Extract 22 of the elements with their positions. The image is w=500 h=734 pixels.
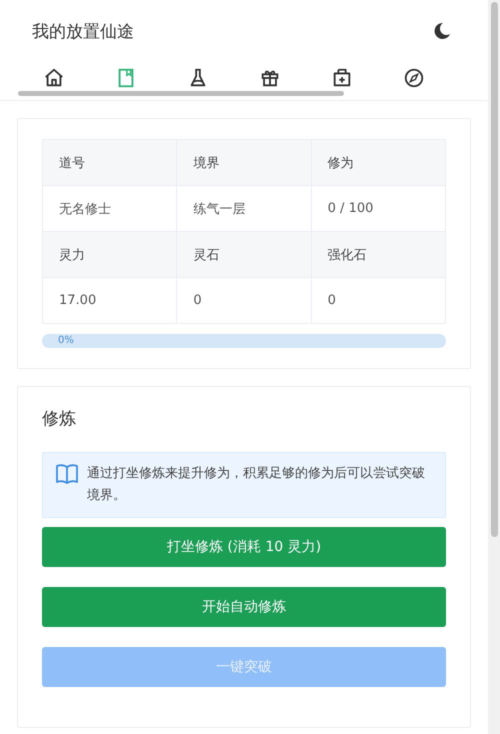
- compass-icon: [403, 67, 425, 89]
- action-button[interactable]: 打坐修炼 (消耗 10 灵力): [42, 527, 446, 567]
- house-icon: [43, 67, 65, 89]
- stat-label: 道号: [42, 140, 177, 186]
- stat-value: 17.00: [42, 278, 177, 324]
- action-button[interactable]: 开始自动修炼: [42, 587, 446, 627]
- stat-label: 强化石: [311, 232, 446, 278]
- medkit-icon: [331, 67, 353, 89]
- notice-text: 通过打坐修炼来提升修为，积累足够的修为后可以尝试突破境界。: [87, 465, 426, 505]
- stat-label: 修为: [311, 140, 446, 186]
- scrollbar[interactable]: [18, 91, 344, 96]
- scrollbar-thumb[interactable]: [491, 2, 498, 537]
- stat-value: 0: [311, 278, 446, 324]
- stat-label: 境界: [176, 140, 312, 186]
- book-icon: [55, 463, 79, 485]
- stat-label: 灵力: [42, 232, 177, 278]
- app-title: 我的放置仙途: [32, 20, 134, 42]
- stat-label: 灵石: [176, 232, 312, 278]
- progress-label: 0%: [58, 334, 74, 348]
- stat-value: 0: [176, 278, 312, 324]
- section-title: 修炼: [42, 408, 77, 430]
- moon-icon[interactable]: [432, 21, 452, 41]
